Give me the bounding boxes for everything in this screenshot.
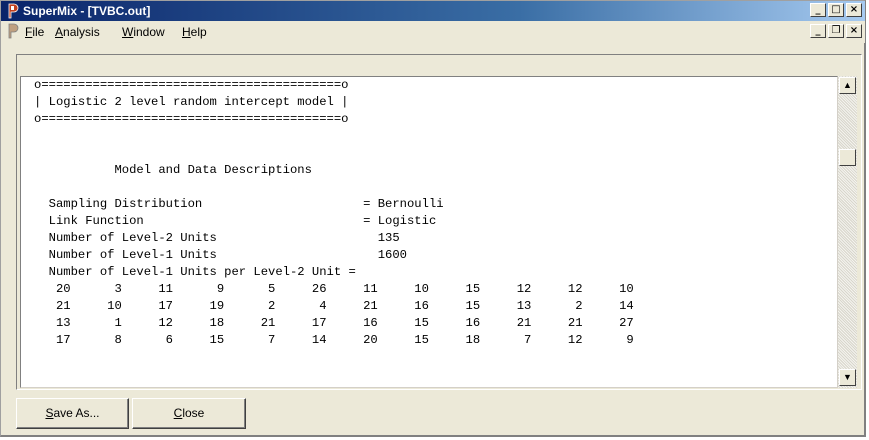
- output-line: Number of Level-1 Units 1600: [34, 248, 407, 262]
- output-text-area[interactable]: o=======================================…: [20, 76, 838, 388]
- menu-analysis-label: nalysis: [63, 25, 100, 39]
- menu-window[interactable]: Window: [122, 25, 165, 39]
- app-icon[interactable]: [4, 3, 20, 19]
- output-line: Model and Data Descriptions: [34, 163, 312, 177]
- output-line: Number of Level-2 Units 135: [34, 231, 400, 245]
- close-window-button[interactable]: ×: [846, 3, 862, 17]
- maximize-button[interactable]: □: [828, 3, 844, 17]
- save-as-button[interactable]: Save As...: [16, 398, 129, 429]
- output-line: 17 8 6 15 7 14 20 15 18 7 12 9: [34, 333, 634, 347]
- output-line: 21 10 17 19 2 4 21 16 15 13 2 14: [34, 299, 634, 313]
- output-line: 13 1 12 18 21 17 16 15 16 21 21 27: [34, 316, 634, 330]
- mdi-restore-button[interactable]: ❐: [828, 24, 844, 38]
- vertical-scrollbar[interactable]: ▲ ▼: [838, 76, 857, 388]
- window-title: SuperMix - [TVBC.out]: [23, 4, 151, 18]
- app-window: SuperMix - [TVBC.out] _ □ × File Analysi…: [0, 0, 866, 437]
- menu-file-label: ile: [32, 25, 45, 39]
- document-icon[interactable]: [4, 23, 20, 39]
- menu-help-label: elp: [190, 25, 207, 39]
- minimize-button[interactable]: _: [810, 3, 826, 17]
- output-line: o=======================================…: [34, 112, 349, 126]
- menu-analysis-accel: A: [55, 25, 64, 39]
- output-text: o=======================================…: [21, 77, 837, 349]
- mdi-controls: _ ❐ ×: [810, 24, 862, 38]
- menu-window-label: indow: [133, 25, 165, 39]
- menu-bar: File Analysis Window Help _ ❐ ×: [1, 21, 865, 43]
- mdi-close-button[interactable]: ×: [846, 24, 862, 38]
- save-as-label: ave As...: [53, 406, 100, 420]
- title-bar[interactable]: SuperMix - [TVBC.out] _ □ ×: [1, 1, 865, 21]
- output-line: Link Function = Logistic: [34, 214, 437, 228]
- menu-file[interactable]: File: [25, 25, 44, 39]
- window-controls: _ □ ×: [810, 3, 862, 17]
- output-line: | Logistic 2 level random intercept mode…: [34, 95, 349, 109]
- close-label: lose: [182, 406, 205, 420]
- scroll-up-button[interactable]: ▲: [839, 77, 856, 94]
- output-line: Number of Level-1 Units per Level-2 Unit…: [34, 265, 356, 279]
- mdi-minimize-button[interactable]: _: [810, 24, 826, 38]
- menu-analysis[interactable]: Analysis: [55, 25, 100, 39]
- menu-help[interactable]: Help: [182, 25, 207, 39]
- output-line: Sampling Distribution = Bernoulli: [34, 197, 444, 211]
- output-line: 20 3 11 9 5 26 11 10 15 12 12 10: [34, 282, 634, 296]
- close-button[interactable]: Close: [132, 398, 246, 429]
- scroll-down-button[interactable]: ▼: [839, 369, 856, 386]
- output-line: o=======================================…: [34, 78, 349, 92]
- menu-help-accel: H: [182, 25, 191, 39]
- scroll-thumb[interactable]: [839, 149, 856, 166]
- menu-window-accel: W: [122, 25, 134, 39]
